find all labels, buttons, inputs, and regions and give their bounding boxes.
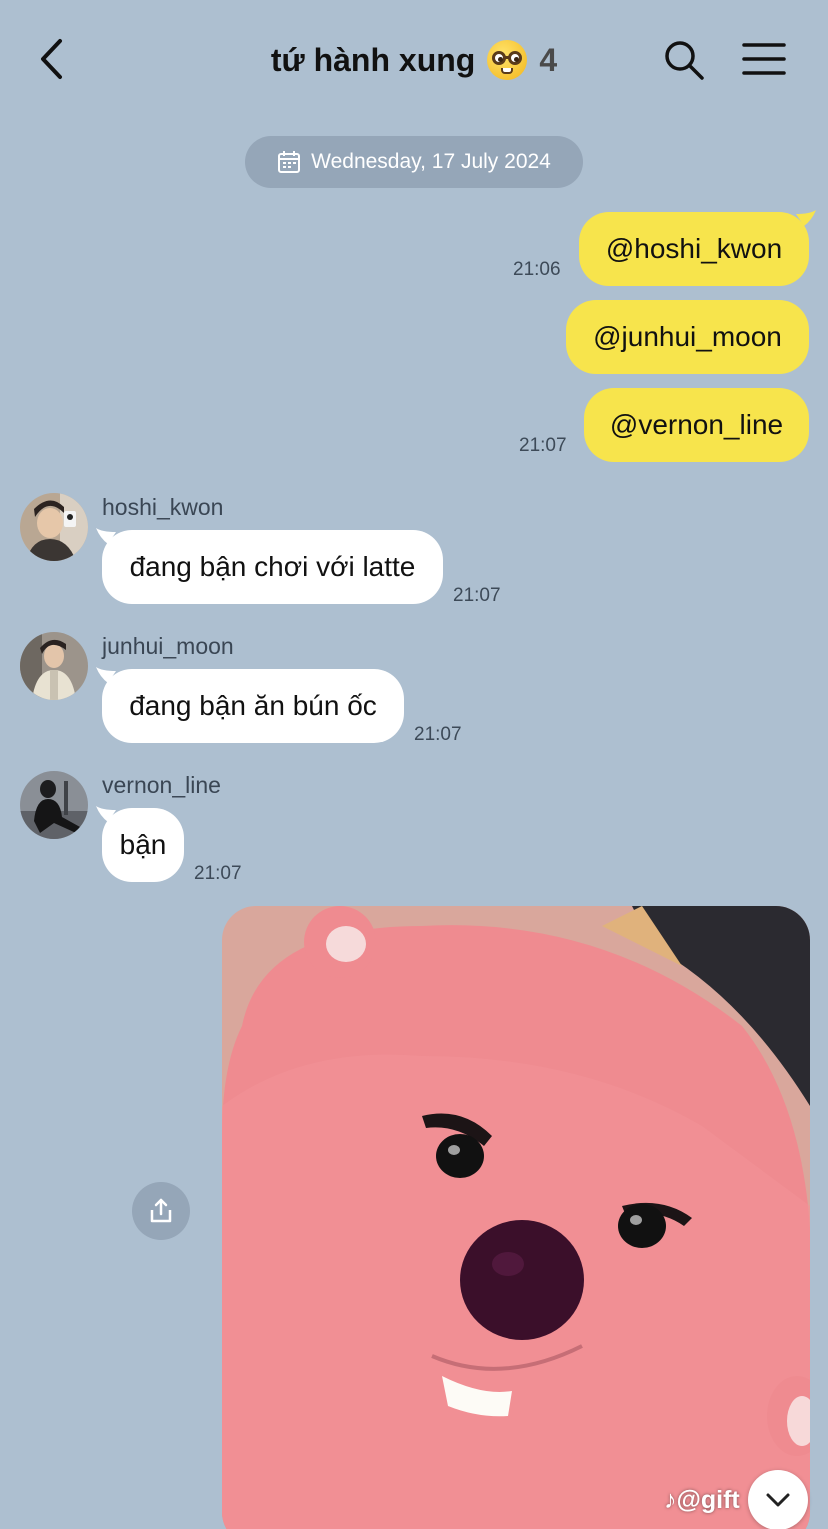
message-time: 21:07: [414, 724, 462, 745]
chat-title: tứ hành xung: [270, 41, 476, 78]
nerd-face-emoji-icon: [487, 40, 528, 80]
share-icon: [150, 1198, 172, 1223]
chevron-down-icon: [766, 1493, 790, 1507]
avatar-junhui-moon[interactable]: [20, 632, 88, 700]
my-message-bubble[interactable]: @junhui_moon: [566, 300, 809, 374]
message-time: 21:07: [453, 585, 501, 606]
sender-name: hoshi_kwon: [102, 494, 224, 520]
message-text: đang bận chơi với latte: [129, 551, 416, 582]
avatar-hoshi-kwon[interactable]: [20, 493, 88, 561]
avatar-image: [20, 632, 88, 700]
other-message-bubble[interactable]: đang bận ăn bún ốc: [102, 669, 404, 743]
menu-button[interactable]: [740, 38, 788, 82]
tiktok-watermark: ♪@gift: [664, 1486, 740, 1514]
date-separator: Wednesday, 17 July 2024: [245, 136, 583, 188]
message-time: 21:07: [519, 435, 567, 456]
message-text: @junhui_moon: [593, 321, 782, 352]
search-button[interactable]: [662, 38, 706, 82]
message-text: bận: [119, 829, 167, 860]
chat-screen: tứ hành xung 4 Wednesday, 17 July 2024 2…: [0, 0, 828, 1529]
bubble-tail: [796, 210, 816, 226]
message-text: @vernon_line: [609, 409, 784, 440]
my-message-bubble[interactable]: @hoshi_kwon: [579, 212, 809, 286]
bubble-tail: [96, 806, 116, 822]
back-button[interactable]: [30, 34, 76, 84]
sender-name: junhui_moon: [102, 633, 234, 659]
bubble-tail: [96, 667, 116, 683]
image-message[interactable]: [222, 906, 810, 1529]
bubble-tail: [96, 528, 116, 544]
share-button[interactable]: [132, 1182, 190, 1240]
date-label: Wednesday, 17 July 2024: [311, 150, 551, 173]
pink-beaver-image: [222, 906, 810, 1529]
message-time: 21:06: [513, 259, 561, 280]
menu-icon: [742, 43, 786, 75]
message-time: 21:07: [194, 863, 242, 884]
member-count: 4: [539, 41, 558, 78]
sender-name: vernon_line: [102, 772, 221, 798]
calendar-icon: [278, 151, 301, 173]
avatar-vernon-line[interactable]: [20, 771, 88, 839]
other-message-bubble[interactable]: đang bận chơi với latte: [102, 530, 443, 604]
avatar-image: [20, 493, 88, 561]
chevron-left-icon: [41, 39, 62, 79]
message-text: đang bận ăn bún ốc: [129, 690, 377, 721]
scroll-down-button[interactable]: [748, 1470, 808, 1529]
my-message-bubble[interactable]: @vernon_line: [584, 388, 809, 462]
avatar-image: [20, 771, 88, 839]
search-icon: [665, 41, 704, 80]
message-text: @hoshi_kwon: [605, 233, 783, 264]
chat-header: tứ hành xung 4: [0, 0, 828, 118]
